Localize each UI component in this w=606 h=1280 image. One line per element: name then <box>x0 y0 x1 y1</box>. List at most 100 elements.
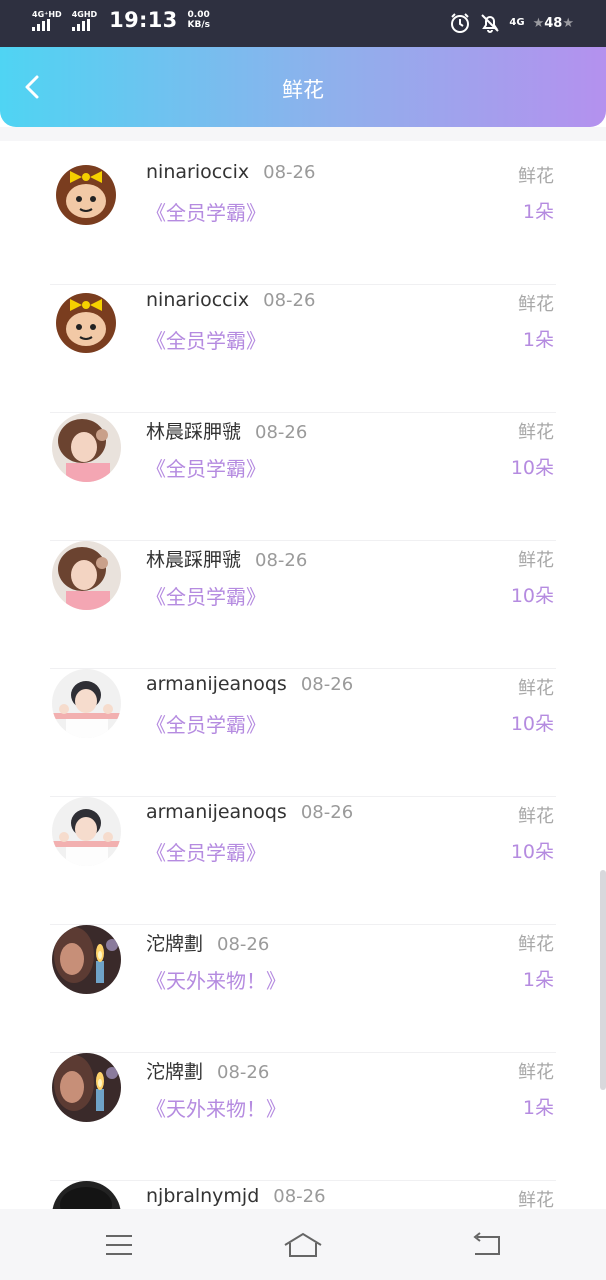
alarm-clock-icon <box>451 13 470 33</box>
gift-type: 鲜花 <box>518 422 554 443</box>
page-title: 鲜花 <box>282 78 324 102</box>
home-icon <box>284 1232 322 1257</box>
speed-value: 0.00 <box>187 10 210 20</box>
system-back-button[interactable] <box>462 1227 512 1263</box>
menu-button[interactable] <box>94 1227 144 1263</box>
flower-record-row[interactable]: 沱牌劃 08-26 《天外来物！》 鲜花 1朵 <box>0 925 606 1053</box>
send-date: 08-26 <box>255 550 308 571</box>
work-title[interactable]: 《全员学霸》 <box>146 197 266 226</box>
signal-bars-icon <box>71 18 90 31</box>
username-line: armanijeanoqs 08-26 <box>146 673 353 695</box>
battery-cap-icon: ★ <box>562 15 574 31</box>
gift-count: 10朵 <box>510 457 554 479</box>
status-bar: 4G⁺HD 4GHD 19:13 0.00 KB/s 4G ★48★ <box>0 0 606 47</box>
gift-count: 10朵 <box>510 713 554 735</box>
username: ninarioccix <box>146 289 250 311</box>
gift-type: 鲜花 <box>518 934 554 955</box>
flower-record-row[interactable]: njbralnymjd 08-26 鲜花 <box>0 1181 606 1209</box>
signal-1: 4G⁺HD <box>32 10 62 31</box>
list-top-gap <box>0 127 606 141</box>
username-line: armanijeanoqs 08-26 <box>146 801 353 823</box>
signal-bars-icon <box>32 18 50 31</box>
user-avatar[interactable] <box>52 157 121 226</box>
username: njbralnymjd <box>146 1185 260 1207</box>
flower-record-row[interactable]: 沱牌劃 08-26 《天外来物！》 鲜花 1朵 <box>0 1053 606 1181</box>
gift-type: 鲜花 <box>518 806 554 827</box>
username: 林晨踩胛虢 <box>146 421 242 443</box>
flower-record-row[interactable]: armanijeanoqs 08-26 《全员学霸》 鲜花 10朵 <box>0 669 606 797</box>
username-line: 林晨踩胛虢 08-26 <box>146 417 307 444</box>
gift-type: 鲜花 <box>518 1062 554 1083</box>
return-icon <box>473 1232 500 1255</box>
user-avatar[interactable] <box>52 413 121 482</box>
flower-record-row[interactable]: ninarioccix 08-26 《全员学霸》 鲜花 1朵 <box>0 285 606 413</box>
work-title[interactable]: 《全员学霸》 <box>146 709 266 738</box>
gift-type: 鲜花 <box>518 1190 554 1209</box>
system-nav-bar <box>0 1209 606 1280</box>
username: 沱牌劃 <box>146 933 204 955</box>
gift-count: 10朵 <box>510 841 554 863</box>
username-line: 沱牌劃 08-26 <box>146 1057 269 1084</box>
send-date: 08-26 <box>217 1062 270 1083</box>
signal-1-label: 4G⁺HD <box>32 9 62 19</box>
username: 林晨踩胛虢 <box>146 549 242 571</box>
user-avatar[interactable] <box>52 541 121 610</box>
signal-2: 4GHD <box>71 9 98 31</box>
gift-count: 10朵 <box>510 585 554 607</box>
work-title[interactable]: 《天外来物！》 <box>146 965 286 994</box>
username: ninarioccix <box>146 161 250 183</box>
speed-unit: KB/s <box>187 20 211 30</box>
gift-count: 1朵 <box>522 969 554 991</box>
username: 沱牌劃 <box>146 1061 204 1083</box>
clock: 19:13 <box>109 8 178 32</box>
flower-record-row[interactable]: 林晨踩胛虢 08-26 《全员学霸》 鲜花 10朵 <box>0 413 606 541</box>
send-date: 08-26 <box>300 802 354 823</box>
battery-value: 48 <box>544 15 563 31</box>
menu-icon <box>106 1235 132 1255</box>
gift-type: 鲜花 <box>518 166 554 187</box>
home-button[interactable] <box>278 1227 328 1263</box>
gift-type: 鲜花 <box>518 678 554 699</box>
flower-record-row[interactable]: ninarioccix 08-26 《全员学霸》 鲜花 1朵 <box>0 157 606 285</box>
user-avatar[interactable] <box>52 925 121 994</box>
battery-icon: ★ <box>532 15 545 31</box>
work-title[interactable]: 《天外来物！》 <box>146 1093 286 1122</box>
username-line: 林晨踩胛虢 08-26 <box>146 545 307 572</box>
bell-muted-icon <box>481 14 500 33</box>
send-date: 08-26 <box>217 934 270 955</box>
username: armanijeanoqs <box>146 801 287 823</box>
battery-level: ★48★ <box>533 16 574 31</box>
flower-record-list[interactable]: ninarioccix 08-26 《全员学霸》 鲜花 1朵 ninarioccix 08-… <box>0 127 606 1209</box>
user-avatar[interactable] <box>52 797 121 866</box>
gift-type: 鲜花 <box>518 294 554 315</box>
work-title[interactable]: 《全员学霸》 <box>146 581 266 610</box>
gift-type: 鲜花 <box>518 550 554 571</box>
page-header: 鲜花 <box>0 47 606 127</box>
work-title[interactable]: 《全员学霸》 <box>146 325 266 354</box>
send-date: 08-26 <box>255 422 308 443</box>
user-avatar[interactable] <box>52 1053 121 1122</box>
send-date: 08-26 <box>263 162 316 183</box>
send-date: 08-26 <box>263 290 316 311</box>
network-speed: 0.00 KB/s <box>188 10 210 30</box>
username: armanijeanoqs <box>146 673 287 695</box>
send-date: 08-26 <box>273 1186 326 1207</box>
gift-count: 1朵 <box>522 1097 554 1119</box>
work-title[interactable]: 《全员学霸》 <box>146 453 266 482</box>
user-avatar[interactable] <box>52 285 121 354</box>
signal-2-label: 4GHD <box>71 9 98 19</box>
gift-count: 1朵 <box>522 201 554 223</box>
network-type: 4G <box>509 17 525 28</box>
username-line: 沱牌劃 08-26 <box>146 929 269 956</box>
user-avatar[interactable] <box>52 669 121 738</box>
flower-record-row[interactable]: 林晨踩胛虢 08-26 《全员学霸》 鲜花 10朵 <box>0 541 606 669</box>
work-title[interactable]: 《全员学霸》 <box>146 837 266 866</box>
send-date: 08-26 <box>300 674 354 695</box>
username-line: njbralnymjd 08-26 <box>146 1185 326 1207</box>
gift-count: 1朵 <box>522 329 554 351</box>
username-line: ninarioccix 08-26 <box>146 161 315 183</box>
scrollbar[interactable] <box>600 870 606 1090</box>
flower-record-row[interactable]: armanijeanoqs 08-26 《全员学霸》 鲜花 10朵 <box>0 797 606 925</box>
username-line: ninarioccix 08-26 <box>146 289 315 311</box>
user-avatar[interactable] <box>52 1181 121 1209</box>
